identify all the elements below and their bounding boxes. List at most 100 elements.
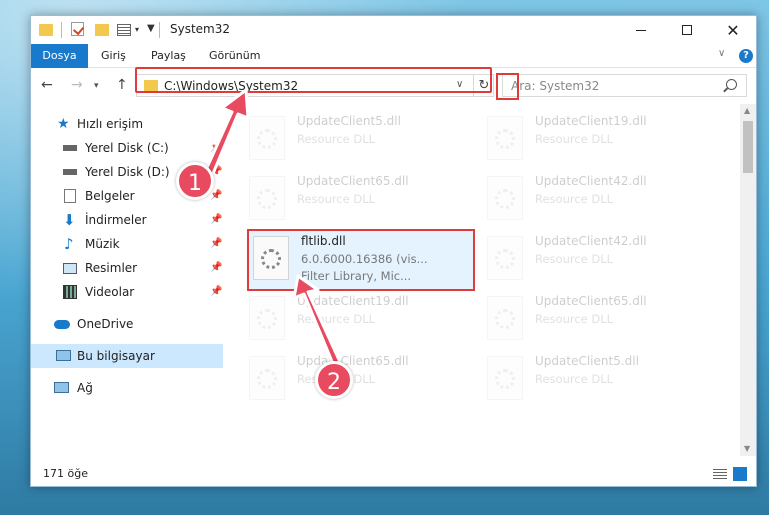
computer-icon [56,350,71,361]
item-count: 171 öğe [43,467,88,480]
file-description: Filter Library, Mic... [301,269,412,283]
sidebar-item-label: Bu bilgisayar [77,349,155,363]
sidebar-item-onedrive[interactable]: OneDrive [31,312,223,336]
sidebar-item-downloads[interactable]: ⬇ İndirmeler 📌 [31,208,223,232]
drive-icon [63,169,77,175]
dll-file-icon [253,236,289,280]
file-name: UpdateClient19.dll [535,114,647,128]
scroll-up-icon[interactable]: ▲ [744,106,750,115]
tab-view[interactable]: Görünüm [199,44,270,68]
file-name: UpdateClient5.dll [535,354,639,368]
dll-file-icon [487,236,523,280]
divider [159,22,160,38]
list-item[interactable]: UpdateClient19.dll Resource DLL [487,114,707,170]
dll-file-icon [249,296,285,340]
close-button[interactable]: ✕ [710,16,756,44]
file-description: Resource DLL [297,132,376,146]
sidebar-item-network[interactable]: Ağ [31,376,223,400]
list-item[interactable]: UpdateClient5.dll Resource DLL [487,354,707,410]
dll-file-icon [487,116,523,160]
sidebar-item-label: Resimler [85,261,138,275]
back-button[interactable]: ← [41,77,53,93]
scroll-thumb[interactable] [743,121,753,173]
customize-icon[interactable] [117,24,131,36]
search-placeholder: Ara: System32 [511,79,600,93]
sidebar-item-this-pc[interactable]: Bu bilgisayar [31,344,223,368]
refresh-button[interactable]: ↻ [473,75,494,96]
list-item[interactable]: UpdateClient19.dll Resource DLL [249,294,469,350]
title-bar: ▾ ▼ System32 ✕ [31,16,756,44]
address-dropdown-icon[interactable]: ∨ [456,79,463,90]
list-item[interactable]: UpdateClient65.dll Resource DLL [249,174,469,230]
star-icon: ★ [57,116,70,132]
maximize-button[interactable] [664,16,710,44]
file-description: Resource DLL [535,312,614,326]
window-title: System32 [170,22,231,36]
file-version: 6.0.6000.16386 (vis... [301,252,428,266]
pin-icon[interactable]: 📌 [210,256,222,280]
sidebar-item-disk-c[interactable]: Yerel Disk (C:) 📌 [31,136,223,160]
help-icon[interactable]: ? [739,49,753,63]
list-item[interactable]: UpdateClient42.dll Resource DLL [487,234,707,290]
sidebar-item-label: Belgeler [85,189,135,203]
pin-icon[interactable]: 📌 [210,232,222,256]
list-item-fltlib[interactable]: fltlib.dll 6.0.6000.16386 (vis... Filter… [253,234,473,290]
large-icons-view-icon[interactable] [733,467,747,481]
list-item[interactable]: UpdateClient42.dll Resource DLL [487,174,707,230]
recent-locations-icon[interactable]: ▾ [94,81,99,91]
tab-home[interactable]: Giriş [91,44,136,68]
address-bar[interactable]: C:\Windows\System32 ∨ ↻ [136,74,494,97]
cloud-icon [54,320,70,329]
step-badge-2: 2 [315,361,353,399]
sidebar-item-label: Hızlı erişim [77,117,144,131]
list-item[interactable]: UpdateClient65.dll Resource DLL [487,294,707,350]
scroll-down-icon[interactable]: ▼ [744,444,750,453]
pin-icon[interactable]: 📌 [210,136,222,160]
properties-check-icon[interactable] [71,22,84,36]
quick-access-dropdown-icon[interactable]: ▼ [147,23,155,34]
file-name: UpdateClient65.dll [535,294,647,308]
search-icon[interactable] [726,79,737,90]
details-view-icon[interactable] [713,469,727,479]
sidebar-item-label: Yerel Disk (D:) [85,165,170,179]
tab-share[interactable]: Paylaş [141,44,196,68]
up-button[interactable]: ↑ [116,77,128,93]
sidebar-item-label: OneDrive [77,317,134,331]
vertical-scrollbar[interactable]: ▲ ▼ [740,104,756,456]
list-item[interactable]: UpdateClient5.dll Resource DLL [249,114,469,170]
minimize-button[interactable] [618,16,664,44]
sidebar-item-videos[interactable]: Videolar 📌 [31,280,223,304]
forward-button[interactable]: → [71,77,83,93]
file-description: Resource DLL [535,252,614,266]
file-name: UpdateClient65.dll [297,354,409,368]
sidebar-item-pictures[interactable]: Resimler 📌 [31,256,223,280]
search-input[interactable]: Ara: System32 [502,74,747,97]
pictures-icon [63,263,77,274]
dll-file-icon [487,176,523,220]
sidebar-item-quick-access[interactable]: ★ Hızlı erişim [31,112,223,136]
file-description: Resource DLL [297,312,376,326]
tab-file[interactable]: Dosya [31,44,88,68]
pin-icon[interactable]: 📌 [210,208,222,232]
chevron-down-icon[interactable]: ▾ [135,25,139,34]
file-name: UpdateClient19.dll [297,294,409,308]
new-folder-icon[interactable] [95,24,109,36]
file-description: Resource DLL [297,192,376,206]
pin-icon[interactable]: 📌 [210,280,222,304]
list-item[interactable]: UpdateClient65.dll Resource DLL [249,354,469,410]
sidebar-item-label: Ağ [77,381,93,395]
dll-file-icon [249,356,285,400]
navigation-pane: ★ Hızlı erişim Yerel Disk (C:) 📌 Yerel D… [31,104,226,456]
address-path[interactable]: C:\Windows\System32 [164,79,298,93]
music-icon: ♪ [64,235,74,253]
file-description: Resource DLL [535,192,614,206]
dll-file-icon [487,296,523,340]
navigation-bar: ← → ▾ ↑ C:\Windows\System32 ∨ ↻ Ara: Sys… [31,69,756,103]
folder-icon [39,24,53,36]
ribbon-expand-icon[interactable]: ∨ [718,48,725,59]
file-explorer-window: ▾ ▼ System32 ✕ Dosya Giriş Paylaş Görünü… [30,15,757,487]
sidebar-item-music[interactable]: ♪ Müzik 📌 [31,232,223,256]
downloads-icon: ⬇ [63,211,76,229]
dll-file-icon [249,116,285,160]
dll-file-icon [487,356,523,400]
